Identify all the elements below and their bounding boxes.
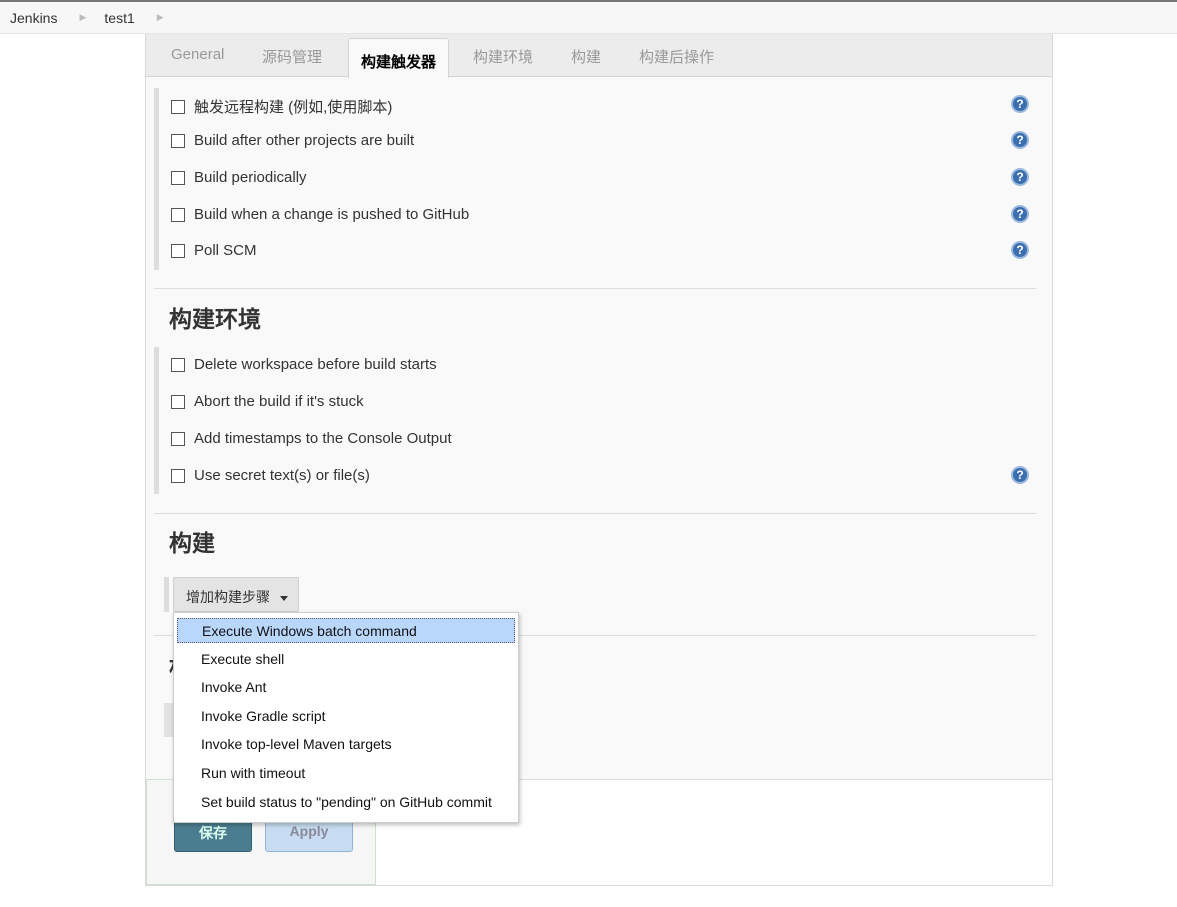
checkbox-option[interactable]: Delete workspace before build starts <box>171 356 437 373</box>
checkbox-label: Delete workspace before build starts <box>194 356 437 373</box>
tab-build-environment[interactable]: 构建环境 <box>473 46 533 67</box>
help-icon[interactable]: ? <box>1011 168 1029 186</box>
add-build-step-label: 增加构建步骤 <box>186 589 270 605</box>
help-icon[interactable]: ? <box>1011 131 1029 149</box>
help-icon[interactable]: ? <box>1011 205 1029 223</box>
tab-build[interactable]: 构建 <box>571 46 601 67</box>
breadcrumb-jenkins[interactable]: Jenkins <box>10 10 57 26</box>
checkbox-label: Use secret text(s) or file(s) <box>194 467 370 484</box>
breadcrumb: Jenkins ▶ test1 ▶ <box>0 2 1177 34</box>
tab-scm[interactable]: 源码管理 <box>262 46 322 67</box>
menu-item[interactable]: Invoke Ant <box>177 675 515 700</box>
help-icon[interactable]: ? <box>1011 95 1029 113</box>
build-step-dropdown-menu: Execute Windows batch command Execute she… <box>173 612 519 823</box>
checkbox-option[interactable]: Build periodically <box>171 169 307 186</box>
help-icon[interactable]: ? <box>1011 466 1029 484</box>
checkbox[interactable] <box>171 468 185 483</box>
checkbox[interactable] <box>171 133 185 148</box>
tab-post-build[interactable]: 构建后操作 <box>639 46 714 67</box>
menu-item[interactable]: Run with timeout <box>177 761 515 786</box>
section-title-build: 构建 <box>169 530 215 556</box>
section-bar <box>154 347 159 494</box>
menu-item[interactable]: Execute Windows batch command <box>177 618 515 643</box>
section-title-build-environment: 构建环境 <box>169 306 261 332</box>
checkbox[interactable] <box>171 431 185 446</box>
checkbox-label: Poll SCM <box>194 242 257 259</box>
checkbox-label: 触发远程构建 (例如,使用脚本) <box>194 99 393 116</box>
menu-item[interactable]: Set build status to "pending" on GitHub … <box>177 790 515 815</box>
checkbox[interactable] <box>171 170 185 185</box>
help-icon[interactable]: ? <box>1011 241 1029 259</box>
checkbox-label: Add timestamps to the Console Output <box>194 430 452 447</box>
breadcrumb-arrow-icon[interactable]: ▶ <box>79 12 86 23</box>
tab-build-triggers[interactable]: 构建触发器 <box>348 38 450 78</box>
add-build-step-button[interactable]: 增加构建步骤 <box>173 577 299 612</box>
breadcrumb-test1[interactable]: test1 <box>104 10 134 26</box>
checkbox[interactable] <box>171 243 185 258</box>
menu-item[interactable]: Invoke Gradle script <box>177 704 515 729</box>
divider <box>154 513 1036 514</box>
tab-general[interactable]: General <box>171 46 224 63</box>
checkbox-option[interactable]: Poll SCM <box>171 242 257 259</box>
checkbox-option[interactable]: 触发远程构建 (例如,使用脚本) <box>171 96 392 117</box>
checkbox-label: Build when a change is pushed to GitHub <box>194 206 470 223</box>
checkbox[interactable] <box>171 99 185 114</box>
checkbox[interactable] <box>171 394 185 409</box>
checkbox-option[interactable]: Build when a change is pushed to GitHub <box>171 206 469 223</box>
breadcrumb-arrow-icon[interactable]: ▶ <box>157 12 164 23</box>
checkbox-label: Build after other projects are built <box>194 132 415 149</box>
tab-bar: General 源码管理 构建触发器 构建环境 构建 构建后操作 <box>146 34 1052 78</box>
checkbox-option[interactable]: Build after other projects are built <box>171 132 414 149</box>
checkbox-option[interactable]: Abort the build if it's stuck <box>171 393 364 410</box>
caret-down-icon <box>280 595 288 601</box>
checkbox-label: Build periodically <box>194 169 307 186</box>
menu-item[interactable]: Execute shell <box>177 647 515 672</box>
section-bar <box>164 577 169 612</box>
checkbox-label: Abort the build if it's stuck <box>194 393 364 410</box>
checkbox[interactable] <box>171 357 185 372</box>
divider <box>154 288 1036 289</box>
checkbox-option[interactable]: Use secret text(s) or file(s) <box>171 467 370 484</box>
checkbox-option[interactable]: Add timestamps to the Console Output <box>171 430 452 447</box>
checkbox[interactable] <box>171 207 185 222</box>
section-bar <box>154 88 159 270</box>
menu-item[interactable]: Invoke top-level Maven targets <box>177 732 515 757</box>
